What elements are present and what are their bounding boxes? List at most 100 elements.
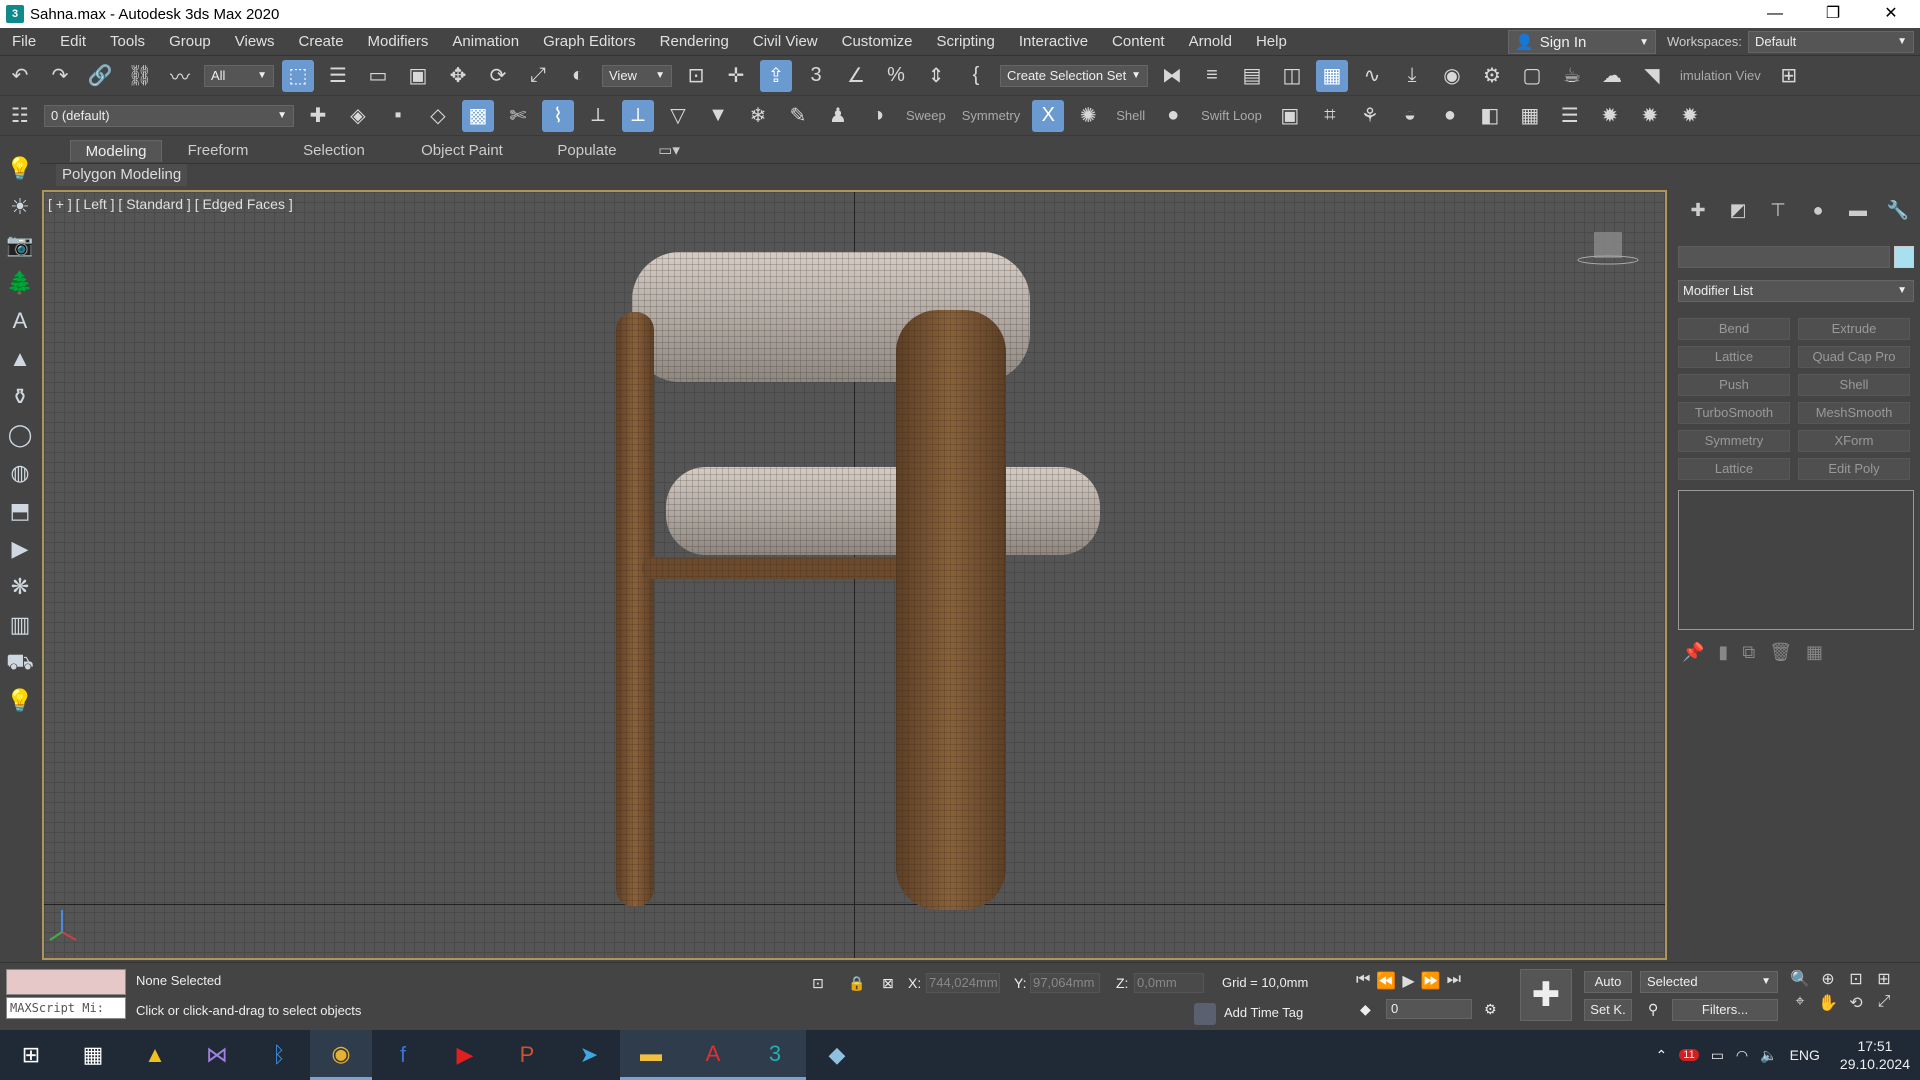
language-indicator[interactable]: ENG xyxy=(1790,1047,1820,1063)
orbit-icon[interactable]: ⟲ xyxy=(1842,993,1870,1013)
edit-named-selection-icon[interactable]: { xyxy=(960,60,992,92)
bottle-icon[interactable]: ⚱ xyxy=(0,378,40,416)
angle-snap-icon[interactable]: ∠ xyxy=(840,60,872,92)
menu-rendering[interactable]: Rendering xyxy=(648,28,741,56)
create-selection-set-dropdown[interactable]: Create Selection Set ▼ xyxy=(1000,64,1148,87)
freeze-icon[interactable]: ❄ xyxy=(742,100,774,132)
sweep-button[interactable]: Sweep xyxy=(906,108,946,123)
plane-icon[interactable]: ⬒ xyxy=(0,492,40,530)
modifier-button-edit-poly[interactable]: Edit Poly xyxy=(1798,458,1910,480)
scale-icon[interactable]: ⤢ xyxy=(522,60,554,92)
layers-icon[interactable]: ◈ xyxy=(342,100,374,132)
relax-icon[interactable]: ✎ xyxy=(782,100,814,132)
rear-leg[interactable] xyxy=(616,312,654,907)
bulb-icon[interactable]: 💡 xyxy=(0,682,40,720)
globe-icon[interactable]: ◍ xyxy=(0,454,40,492)
display-tab-icon[interactable]: ▬ xyxy=(1838,200,1878,221)
window-crossing-icon[interactable]: ▣ xyxy=(402,60,434,92)
pan-icon[interactable]: ✋ xyxy=(1814,993,1842,1013)
youtube-icon[interactable]: ▶ xyxy=(434,1030,496,1080)
layer-dropdown[interactable]: 0 (default) ▼ xyxy=(44,104,294,127)
quick-slice-icon[interactable]: ▩ xyxy=(462,99,494,132)
pin-stack-icon[interactable]: 📌 xyxy=(1682,642,1704,663)
3ds-max-icon[interactable]: 3 xyxy=(744,1030,806,1080)
configure-modifier-sets-icon[interactable]: ▦ xyxy=(1806,642,1823,663)
menu-create[interactable]: Create xyxy=(287,28,356,56)
symmetry-button[interactable]: Symmetry xyxy=(962,108,1021,123)
menu-modifiers[interactable]: Modifiers xyxy=(356,28,441,56)
ring-icon[interactable]: ◯ xyxy=(0,416,40,454)
shell-button[interactable]: Shell xyxy=(1116,108,1145,123)
show-end-result-icon[interactable]: ▮ xyxy=(1718,642,1728,663)
particles-icon[interactable]: ❋ xyxy=(0,568,40,606)
xray-icon[interactable]: X xyxy=(1032,99,1065,132)
edge-constraint-icon[interactable]: ⟂ xyxy=(622,99,654,132)
tab-modeling[interactable]: Modeling xyxy=(70,140,162,162)
maxscript-mini-listener[interactable]: MAXScript Mi: xyxy=(6,997,126,1019)
add-layer-icon[interactable]: ✚ xyxy=(302,100,334,132)
crease-icon[interactable]: ⌗ xyxy=(1314,100,1346,132)
modifier-button-push[interactable]: Push xyxy=(1678,374,1790,396)
file-explorer-icon[interactable]: ▬ xyxy=(620,1030,682,1080)
wifi-icon[interactable]: ◠ xyxy=(1736,1047,1748,1064)
close-button[interactable]: ✕ xyxy=(1862,0,1920,28)
spinner-snap-icon[interactable]: ⇕ xyxy=(920,60,952,92)
menu-arnold[interactable]: Arnold xyxy=(1177,28,1244,56)
shape-icon[interactable]: ◑ xyxy=(862,100,894,132)
menu-content[interactable]: Content xyxy=(1100,28,1177,56)
sign-in-dropdown[interactable]: 👤 Sign In ▼ xyxy=(1508,30,1656,54)
swift-loop-button[interactable]: Swift Loop xyxy=(1201,108,1262,123)
move-icon[interactable]: ✥ xyxy=(442,60,474,92)
viewport-left[interactable]: [ + ] [ Left ] [ Standard ] [ Edged Face… xyxy=(42,190,1667,960)
tab-selection[interactable]: Selection xyxy=(296,140,372,162)
render-production-icon[interactable]: ☕ xyxy=(1556,60,1588,92)
select-manipulate-icon[interactable]: ✛ xyxy=(720,60,752,92)
go-to-start-icon[interactable]: ⏮ xyxy=(1356,971,1370,991)
modifier-button-quad-cap-pro[interactable]: Quad Cap Pro xyxy=(1798,346,1910,368)
unlink-icon[interactable]: ⛓ xyxy=(124,60,156,92)
link-icon[interactable]: 🔗 xyxy=(84,60,116,92)
paint-connect-icon[interactable]: ⌇ xyxy=(542,99,574,132)
ribbon-options-icon[interactable]: ▭▾ xyxy=(654,140,684,162)
sun-icon[interactable]: ☀ xyxy=(0,188,40,226)
modifier-button-xform[interactable]: XForm xyxy=(1798,430,1910,452)
toggle-scene-explorer-icon[interactable]: ▤ xyxy=(1236,60,1268,92)
modifier-button-bend[interactable]: Bend xyxy=(1678,318,1790,340)
set-key-button[interactable]: Set K. xyxy=(1584,999,1632,1021)
tree-icon[interactable]: 🌲 xyxy=(0,264,40,302)
modifier-button-meshsmooth[interactable]: MeshSmooth xyxy=(1798,402,1910,424)
grid-layout-icon[interactable]: ⊞ xyxy=(1773,60,1805,92)
object-color-swatch[interactable] xyxy=(1894,246,1914,268)
modifier-button-lattice[interactable]: Lattice xyxy=(1678,458,1790,480)
normal-constraint-icon[interactable]: ▼ xyxy=(702,100,734,132)
rendered-frame-window-icon[interactable]: ▢ xyxy=(1516,60,1548,92)
pivot-center-icon[interactable]: ⊡ xyxy=(680,60,712,92)
box-icon[interactable]: ▣ xyxy=(1274,100,1306,132)
chrome-icon[interactable]: ◉ xyxy=(310,1030,372,1080)
go-to-end-icon[interactable]: ⏭ xyxy=(1447,971,1461,991)
chevron-up-icon[interactable]: ⌃ xyxy=(1656,1047,1668,1064)
powerpoint-icon[interactable]: P xyxy=(496,1030,558,1080)
menu-graph-editors[interactable]: Graph Editors xyxy=(531,28,648,56)
face-constraint-icon[interactable]: ▽ xyxy=(662,100,694,132)
light-bulb-icon[interactable]: 💡 xyxy=(0,150,40,188)
cone-icon[interactable]: ▲ xyxy=(0,340,40,378)
redo-icon[interactable]: ↷ xyxy=(44,60,76,92)
reference-coordinate-dropdown[interactable]: View ▼ xyxy=(602,64,672,87)
render-icon[interactable]: ▶ xyxy=(0,530,40,568)
lock-icon[interactable]: 🔒 xyxy=(848,975,865,992)
create-tab-icon[interactable]: ✚ xyxy=(1678,200,1718,221)
constraint-icon[interactable]: ⟂ xyxy=(582,100,614,132)
front-leg[interactable] xyxy=(896,310,1006,910)
z-coordinate-field[interactable]: 0,0mm xyxy=(1134,973,1204,993)
previous-frame-icon[interactable]: ⏪ xyxy=(1376,971,1396,991)
undo-icon[interactable]: ↶ xyxy=(4,60,36,92)
auto-key-button[interactable]: Auto xyxy=(1584,971,1632,993)
tab-populate[interactable]: Populate xyxy=(550,140,624,162)
time-tag-icon[interactable] xyxy=(1194,1003,1216,1025)
key-filters-button[interactable]: Filters... xyxy=(1672,999,1778,1021)
stairs-icon[interactable]: ☰ xyxy=(1554,100,1586,132)
next-frame-icon[interactable]: ⏩ xyxy=(1421,971,1441,991)
tab-object-paint[interactable]: Object Paint xyxy=(414,140,510,162)
select-by-name-icon[interactable]: ☰ xyxy=(322,60,354,92)
